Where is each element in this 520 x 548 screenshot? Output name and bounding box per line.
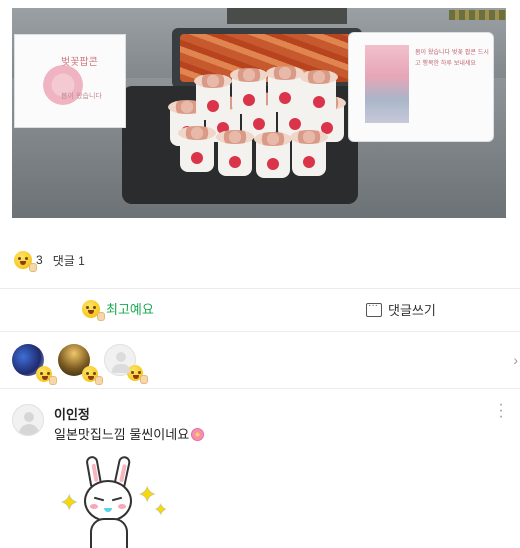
reactor-avatar[interactable] <box>104 344 148 384</box>
laughing-face-icon <box>82 299 105 321</box>
comment-count[interactable]: 댓글 1 <box>53 252 85 269</box>
like-button-label: 최고예요 <box>106 302 154 317</box>
comment-author[interactable]: 이인정 <box>54 404 90 423</box>
comment-text: 일본맛집느낌 물씬이네요 <box>54 427 190 442</box>
popcorn-cup <box>178 126 216 172</box>
write-comment-label: 댓글쓰기 <box>388 303 436 318</box>
left-card-title: 벚꽃팝콘 <box>61 57 98 68</box>
laughing-face-icon <box>14 251 37 272</box>
left-card-subtitle: 봄이 왔습니다 <box>61 92 102 100</box>
reactor-list <box>12 344 150 385</box>
comment-text-row: 일본맛집느낌 물씬이네요 <box>54 424 205 443</box>
right-card-text: 봄이 왔습니다 벚꽃 팝콘 드시고 행복한 하루 보내세요 <box>415 49 489 67</box>
cherry-blossom-picture <box>365 45 409 123</box>
reactor-avatar[interactable] <box>12 344 57 385</box>
post-photo[interactable]: 벚꽃팝콘 봄이 왔습니다 봄이 왔습니다 벚꽃 팝콘 드시고 행복한 하루 보내… <box>12 8 506 218</box>
laughing-face-icon <box>127 365 148 384</box>
popcorn-cup <box>194 74 232 120</box>
bunny-body <box>90 518 128 548</box>
sparkle-bunny-sticker: ✦ ✦ ✦ <box>60 455 170 548</box>
top-tray <box>227 8 506 24</box>
popcorn-cup <box>230 68 268 114</box>
menu-card-left: 벚꽃팝콘 봄이 왔습니다 <box>14 34 126 128</box>
popcorn-cup <box>254 132 292 178</box>
reactor-avatar[interactable] <box>58 344 103 385</box>
write-comment-button[interactable]: 댓글쓰기 <box>366 300 436 319</box>
chevron-right-icon[interactable]: › <box>513 352 518 368</box>
cherry-blossom-icon <box>191 428 205 441</box>
more-options-icon[interactable]: · · · <box>498 397 504 425</box>
sparkle-icon: ✦ <box>154 502 168 519</box>
laughing-face-icon <box>82 366 103 385</box>
menu-card-right: 봄이 왔습니다 벚꽃 팝콘 드시고 행복한 하루 보내세요 <box>348 32 494 142</box>
reaction-count: 3 <box>36 253 43 267</box>
divider <box>0 331 520 332</box>
reaction-summary[interactable]: 3 댓글 1 <box>14 250 85 272</box>
bunny-head <box>84 480 132 522</box>
popcorn-cup <box>290 130 328 176</box>
divider <box>0 388 520 389</box>
like-button[interactable]: 최고예요 <box>82 299 154 321</box>
popcorn-cup <box>216 130 254 176</box>
popcorn-cup <box>266 66 304 112</box>
popcorn-cup <box>300 70 338 116</box>
comment-icon <box>366 300 382 317</box>
sparkle-icon: ✦ <box>60 490 79 515</box>
laughing-face-icon <box>36 366 57 385</box>
action-bar: 최고예요 댓글쓰기 <box>0 289 520 331</box>
avatar[interactable] <box>12 404 44 436</box>
